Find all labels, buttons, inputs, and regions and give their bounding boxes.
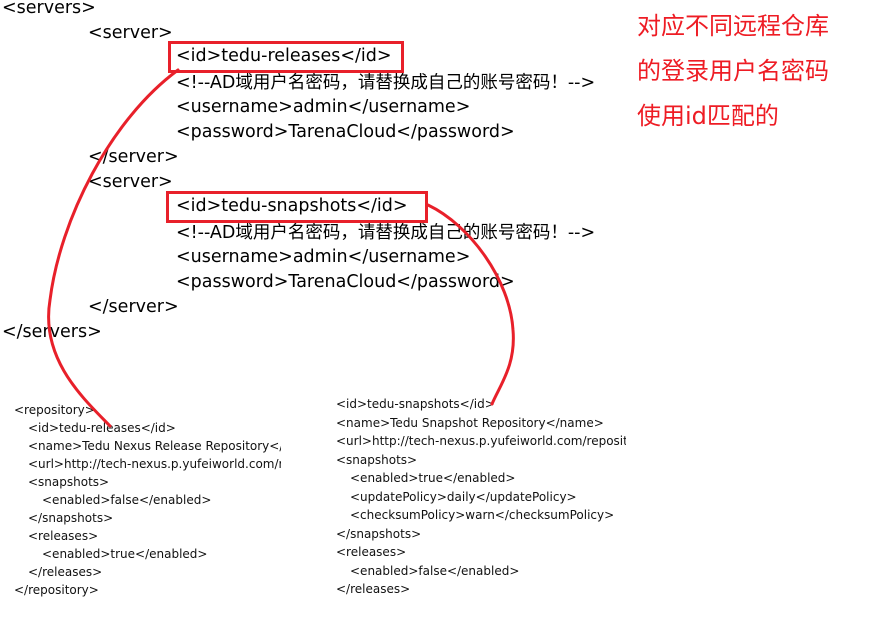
connector-curve-snapshots xyxy=(426,203,515,406)
connector-curves xyxy=(47,68,515,428)
connector-curve-releases xyxy=(47,68,180,428)
